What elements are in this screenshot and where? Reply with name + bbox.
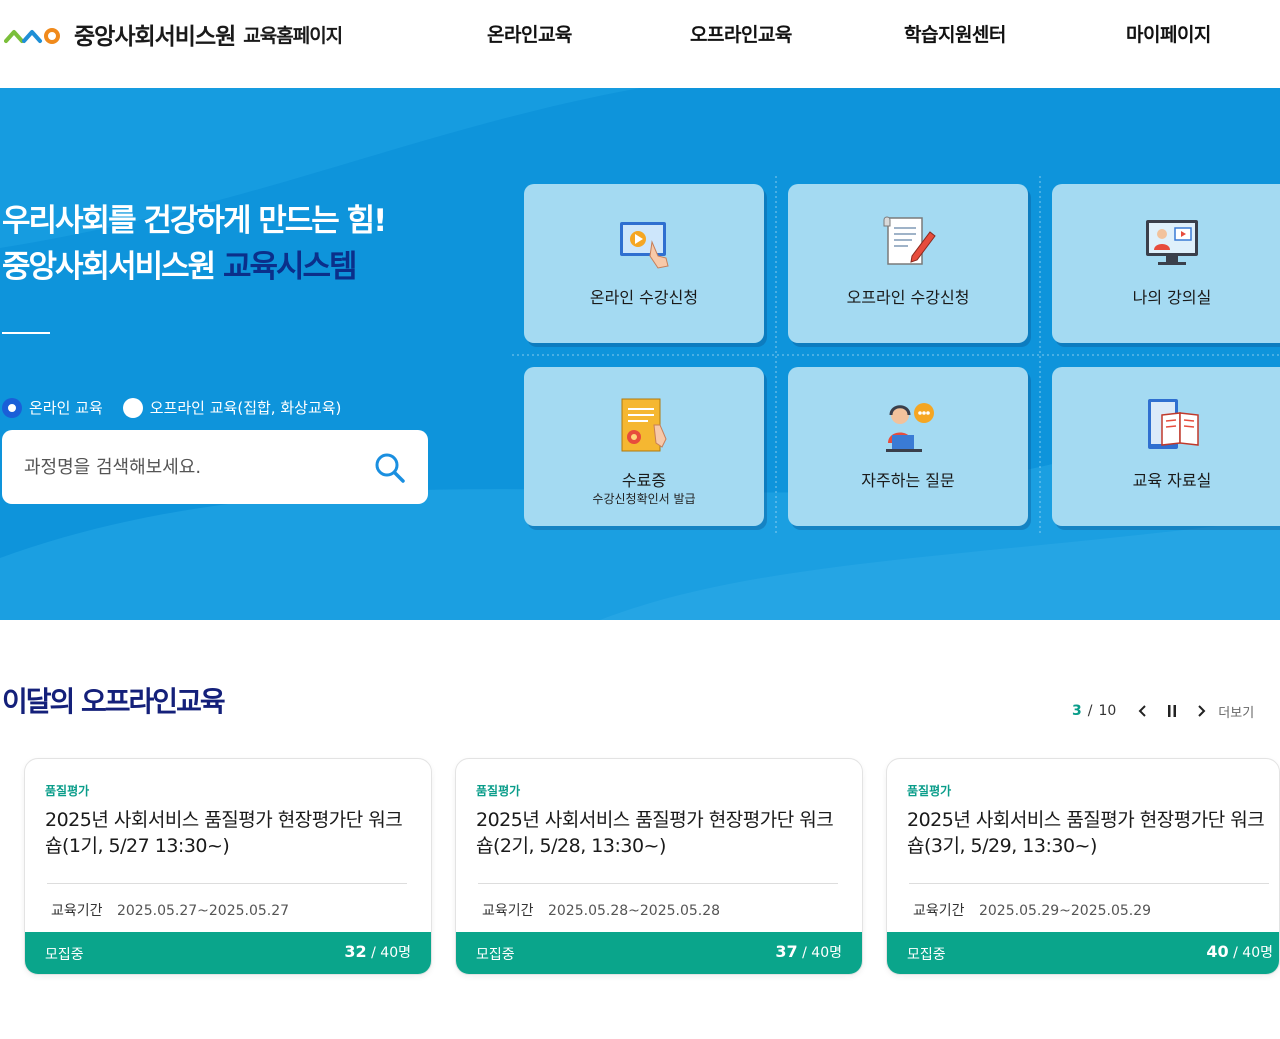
enrolled-number: 32 — [344, 942, 367, 961]
tile-offline-enrollment[interactable]: 오프라인 수강신청 — [788, 184, 1028, 343]
enrollment-count: 37 / 40명 — [775, 942, 842, 961]
card-divider — [478, 883, 838, 884]
recruit-status: 모집중 — [45, 947, 84, 963]
course-period-label: 교육기간 — [51, 903, 103, 919]
chevron-right-icon[interactable] — [1192, 700, 1212, 722]
recruit-status: 모집중 — [476, 947, 515, 963]
capacity: 40명 — [1242, 945, 1273, 961]
tile-my-classroom[interactable]: 나의 강의실 — [1052, 184, 1280, 343]
pause-glyph — [1168, 705, 1177, 717]
hero-headline: 우리사회를 건강하게 만드는 힘! 중앙사회서비스원 교육시스템 — [2, 198, 387, 290]
tile-certificate-label: 수료증 — [621, 471, 667, 490]
pager-total: 10 — [1098, 703, 1117, 719]
pager-current: 3 — [1072, 703, 1082, 719]
card-footer: 모집중 32 / 40명 — [25, 932, 431, 974]
chevron-left-icon[interactable] — [1132, 700, 1152, 722]
search-icon[interactable] — [372, 450, 408, 486]
hero-background-waves — [0, 88, 1280, 620]
course-period-label: 교육기간 — [482, 903, 534, 919]
education-type-radios: 온라인 교육 오프라인 교육(집합, 화상교육) — [2, 397, 361, 418]
nav-learning-support[interactable]: 학습지원센터 — [904, 20, 1006, 47]
hero-banner: 우리사회를 건강하게 만드는 힘! 중앙사회서비스원 교육시스템 온라인 교육 … — [0, 88, 1280, 620]
course-title[interactable]: 2025년 사회서비스 품질평가 현장평가단 워크숍(3기, 5/29, 13:… — [907, 807, 1279, 859]
enrolled-number: 37 — [775, 942, 798, 961]
nav-online-education[interactable]: 온라인교육 — [487, 20, 572, 47]
enrollment-count: 40 / 40명 — [1206, 942, 1273, 961]
course-card[interactable]: 품질평가 2025년 사회서비스 품질평가 현장평가단 워크숍(1기, 5/27… — [24, 758, 432, 975]
card-footer: 모집중 37 / 40명 — [456, 932, 862, 974]
hero-divider — [2, 332, 50, 334]
document-pen-icon — [883, 216, 936, 265]
site-logo[interactable]: 중앙사회서비스원 교육홈페이지 — [4, 16, 343, 52]
hero-headline-line2: 중앙사회서비스원 교육시스템 — [2, 244, 385, 290]
card-footer: 모집중 40 / 40명 — [887, 932, 1279, 974]
course-title[interactable]: 2025년 사회서비스 품질평가 현장평가단 워크숍(2기, 5/28, 13:… — [476, 807, 848, 859]
course-period-label: 교육기간 — [913, 903, 965, 919]
course-period: 교육기간 2025.05.29~2025.05.29 — [913, 900, 1151, 920]
support-chat-icon — [886, 403, 934, 452]
radio-offline-dot[interactable] — [122, 397, 143, 418]
course-category: 품질평가 — [45, 784, 90, 798]
logo-mark-icon — [4, 28, 60, 44]
course-category: 품질평가 — [476, 784, 521, 798]
pause-icon[interactable] — [1162, 700, 1182, 722]
chevron-left-glyph — [1138, 705, 1147, 717]
course-period: 교육기간 2025.05.28~2025.05.28 — [482, 900, 720, 920]
tile-faq[interactable]: 자주하는 질문 — [788, 367, 1028, 526]
tile-certificate-sublabel: 수강신청확인서 발급 — [592, 492, 696, 506]
nav-offline-education[interactable]: 오프라인교육 — [690, 20, 792, 47]
course-card[interactable]: 품질평가 2025년 사회서비스 품질평가 현장평가단 워크숍(2기, 5/28… — [455, 758, 863, 975]
tile-online-enrollment-label: 온라인 수강신청 — [589, 288, 699, 307]
course-title[interactable]: 2025년 사회서비스 품질평가 현장평가단 워크숍(1기, 5/27 13:3… — [45, 807, 417, 859]
monitor-lecture-icon — [1146, 220, 1198, 265]
enrollment-count: 32 / 40명 — [344, 942, 411, 961]
capacity: 40명 — [380, 945, 411, 961]
chevron-right-glyph — [1198, 705, 1206, 717]
recruit-status: 모집중 — [907, 947, 946, 963]
hero-headline-system: 교육시스템 — [222, 249, 358, 285]
tile-education-archive[interactable]: 교육 자료실 — [1052, 367, 1280, 526]
radio-online-label: 온라인 교육 — [29, 399, 103, 417]
enrolled-number: 40 — [1206, 942, 1229, 961]
tile-my-classroom-label: 나의 강의실 — [1132, 288, 1212, 307]
radio-offline-label: 오프라인 교육(집합, 화상교육) — [149, 399, 342, 417]
site-header: 중앙사회서비스원 교육홈페이지 온라인교육 오프라인교육 학습지원센터 마이페이… — [0, 0, 1280, 88]
tile-education-archive-label: 교육 자료실 — [1132, 471, 1212, 490]
course-period-value: 2025.05.27~2025.05.27 — [116, 903, 290, 919]
book-archive-icon — [1148, 399, 1199, 449]
hero-headline-org: 중앙사회서비스원 — [2, 249, 216, 285]
course-period: 교육기간 2025.05.27~2025.05.27 — [51, 900, 289, 920]
radio-offline[interactable]: 오프라인 교육(집합, 화상교육) — [122, 397, 342, 418]
radio-online-dot[interactable] — [2, 397, 22, 418]
course-card[interactable]: 품질평가 2025년 사회서비스 품질평가 현장평가단 워크숍(3기, 5/29… — [886, 758, 1280, 975]
pager-separator: / — [1087, 703, 1093, 719]
card-divider — [909, 883, 1269, 884]
more-link[interactable]: 더보기 — [1218, 702, 1254, 721]
course-period-value: 2025.05.29~2025.05.29 — [978, 903, 1152, 919]
course-category: 품질평가 — [907, 784, 952, 798]
tile-faq-label: 자주하는 질문 — [861, 471, 955, 490]
course-search-box — [2, 430, 428, 504]
capacity: 40명 — [811, 945, 842, 961]
logo-org-name: 중앙사회서비스원 — [74, 24, 236, 50]
section-title: 이달의 오프라인교육 — [2, 685, 226, 718]
logo-site-name: 교육홈페이지 — [243, 24, 343, 47]
tile-certificate[interactable]: 수료증 수강신청확인서 발급 — [524, 367, 764, 526]
certificate-icon — [621, 398, 667, 452]
carousel-pager: 3 / 10 더보기 — [1072, 700, 1254, 722]
course-period-value: 2025.05.28~2025.05.28 — [547, 903, 721, 919]
tile-online-enrollment[interactable]: 온라인 수강신청 — [524, 184, 764, 343]
hero-headline-line1: 우리사회를 건강하게 만드는 힘! — [2, 203, 387, 239]
online-video-icon — [620, 222, 669, 269]
course-search-input[interactable] — [24, 452, 354, 482]
nav-my-page[interactable]: 마이페이지 — [1126, 20, 1211, 47]
tile-offline-enrollment-label: 오프라인 수강신청 — [846, 288, 970, 307]
radio-online[interactable]: 온라인 교육 — [2, 397, 103, 418]
card-divider — [47, 883, 407, 884]
